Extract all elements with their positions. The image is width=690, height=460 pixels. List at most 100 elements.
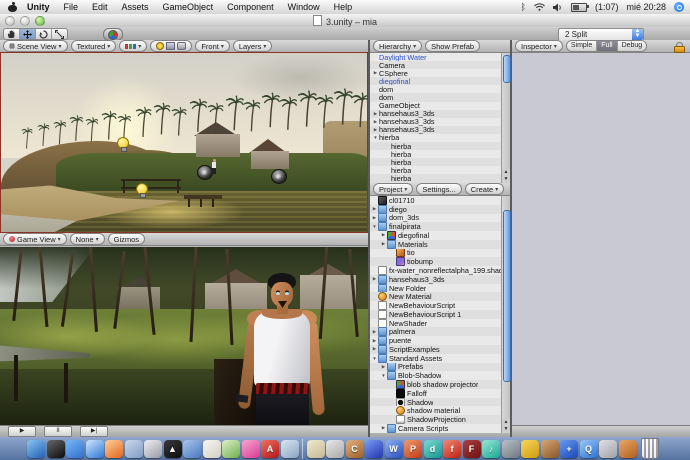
- hierarchy-item-dom[interactable]: dom: [370, 85, 501, 93]
- bluetooth-icon[interactable]: ᛒ: [521, 2, 526, 12]
- hierarchy-item-diegofinal[interactable]: diegofinal: [370, 77, 501, 86]
- project-item-falloff[interactable]: Falloff: [370, 388, 501, 398]
- expand-arrow-icon[interactable]: ▶: [372, 70, 379, 76]
- dock-safari[interactable]: [85, 439, 104, 458]
- hierarchy-scroll-thumb[interactable]: [503, 55, 511, 83]
- project-item-standard-assets[interactable]: ▼ Standard Assets: [370, 353, 501, 363]
- project-item-dom-3ds[interactable]: ▶ dom_3ds: [370, 213, 501, 223]
- hierarchy-dropdown[interactable]: Hierarchy ▾: [373, 40, 423, 52]
- menu-assets[interactable]: Assets: [122, 2, 149, 12]
- lock-icon[interactable]: [674, 42, 685, 53]
- dock-cinema4d[interactable]: C: [345, 439, 364, 458]
- project-item-prefabs[interactable]: ▶ Prefabs: [370, 362, 501, 372]
- expand-arrow-icon[interactable]: ▼: [371, 356, 378, 361]
- rotate-tool-icon[interactable]: [36, 29, 52, 39]
- project-item-materials[interactable]: ▶ Materials: [370, 239, 501, 249]
- expand-arrow-icon[interactable]: ▶: [380, 425, 387, 431]
- dock-pink-flower[interactable]: [241, 439, 260, 458]
- project-item-tio[interactable]: tio: [370, 248, 501, 258]
- dock-kangaroo-app[interactable]: [618, 439, 637, 458]
- expand-arrow-icon[interactable]: ▶: [371, 338, 378, 344]
- project-item-palmera[interactable]: ▶ palmera: [370, 327, 501, 337]
- shading-mode-dropdown[interactable]: Textured ▾: [70, 40, 117, 52]
- show-prefab-button[interactable]: Show Prefab: [425, 40, 481, 52]
- dock-director[interactable]: d: [423, 439, 442, 458]
- project-item-cl01710[interactable]: cl01710: [370, 196, 501, 205]
- project-item-newbehaviourscript[interactable]: NewBehaviourScript: [370, 301, 501, 310]
- hierarchy-item-hierba[interactable]: hierba: [370, 166, 501, 174]
- project-item-hansehaus3-3ds[interactable]: ▶ hansehaus3_3ds: [370, 274, 501, 284]
- project-item-blob-shadow[interactable]: ▼ Blob-Shadow: [370, 371, 501, 381]
- hierarchy-item-gameobject[interactable]: GameObject: [370, 102, 501, 110]
- project-item-shadow-material[interactable]: shadow material: [370, 406, 501, 416]
- menu-window[interactable]: Window: [288, 2, 320, 12]
- skybox-icon[interactable]: [166, 42, 176, 50]
- project-item-fx-water-nonreflectalpha-199-shader[interactable]: fx-water_nonreflectalpha_199.shader: [370, 266, 501, 275]
- dock-notes[interactable]: [306, 439, 325, 458]
- project-item-diego[interactable]: ▶ diego: [370, 204, 501, 214]
- project-item-finalpirata[interactable]: ▼ finalpirata: [370, 222, 501, 232]
- pause-button[interactable]: II: [44, 426, 72, 437]
- hierarchy-item-hansehaus3-3ds[interactable]: ▶ hansehaus3_3ds: [370, 109, 501, 118]
- dock-feather-pen[interactable]: [222, 439, 240, 458]
- dock-dashboard[interactable]: [46, 439, 65, 458]
- expand-arrow-icon[interactable]: ▶: [371, 276, 378, 282]
- window-title-bar[interactable]: 3.unity – mia: [0, 14, 690, 28]
- dock-messenger[interactable]: [66, 439, 84, 458]
- project-item-new-folder[interactable]: New Folder: [370, 283, 501, 293]
- hierarchy-item-hansehaus3-3ds[interactable]: ▶ hansehaus3_3ds: [370, 125, 501, 134]
- hierarchy-item-hierba[interactable]: hierba: [370, 150, 501, 158]
- settings-button[interactable]: Settings...: [416, 183, 462, 195]
- project-scroll-thumb[interactable]: [503, 210, 511, 382]
- project-item-newshader[interactable]: NewShader: [370, 318, 501, 328]
- dock-apple-gray-app[interactable]: [599, 439, 617, 458]
- audio-gizmo-icon-2[interactable]: [271, 169, 287, 184]
- project-item-scriptexamples[interactable]: ▶ ScriptExamples: [370, 345, 501, 354]
- pan-tool-icon[interactable]: [4, 29, 20, 39]
- expand-arrow-icon[interactable]: ▶: [371, 346, 378, 352]
- project-scrollbar[interactable]: [501, 196, 511, 433]
- expand-arrow-icon[interactable]: ▶: [371, 206, 378, 212]
- battery-icon[interactable]: [570, 2, 589, 12]
- project-item-camera-scripts[interactable]: ▶ Camera Scripts: [370, 423, 501, 433]
- dock-acrobat[interactable]: A: [261, 439, 279, 458]
- project-dropdown[interactable]: Project ▾: [373, 183, 414, 195]
- project-scroll-arrows[interactable]: ▲ ▼: [501, 419, 510, 433]
- dock-blue-sphere[interactable]: [365, 439, 383, 458]
- gizmos-button[interactable]: Gizmos: [107, 233, 146, 245]
- dock-firefox[interactable]: [105, 439, 123, 458]
- expand-arrow-icon[interactable]: ▶: [372, 119, 379, 125]
- dock-pages[interactable]: [183, 439, 201, 458]
- project-item-puente[interactable]: ▶ puente: [370, 336, 501, 346]
- hierarchy-item-hierba[interactable]: ▼ hierba: [370, 134, 501, 142]
- dock-unity[interactable]: ▲: [163, 439, 182, 458]
- project-item-newbehaviourscript-1[interactable]: NewBehaviourScript 1: [370, 309, 501, 319]
- hierarchy-item-hansehaus3-3ds[interactable]: ▶ hansehaus3_3ds: [370, 118, 501, 126]
- menu-unity[interactable]: Unity: [27, 2, 50, 12]
- hierarchy-item-csphere[interactable]: ▶ CSphere: [370, 69, 501, 77]
- hierarchy-scroll-arrows[interactable]: ▲ ▼: [501, 169, 510, 183]
- hierarchy-item-hierba[interactable]: hierba: [370, 158, 501, 167]
- inspector-mode-debug[interactable]: Debug: [617, 41, 647, 51]
- dock-painter[interactable]: P: [404, 439, 422, 458]
- menu-gameobject[interactable]: GameObject: [163, 2, 214, 12]
- render-mode-dropdown[interactable]: ▾: [119, 40, 148, 52]
- expand-arrow-icon[interactable]: ▼: [371, 224, 378, 229]
- dock-mail[interactable]: [124, 439, 143, 458]
- hierarchy-item-hierba[interactable]: hierba: [370, 174, 501, 183]
- dock-rocket-photo[interactable]: [280, 439, 299, 458]
- hierarchy-item-daylight-water[interactable]: Daylight Water: [370, 53, 501, 61]
- dock-word[interactable]: W: [384, 439, 403, 458]
- expand-arrow-icon[interactable]: ▶: [380, 364, 387, 370]
- project-item-blob-shadow-projector[interactable]: blob shadow projector: [370, 380, 501, 389]
- dock-cyberduck[interactable]: [521, 439, 539, 458]
- dock-iphoto[interactable]: [144, 439, 162, 458]
- inspector-mode-full[interactable]: Full: [597, 41, 618, 51]
- apple-menu-icon[interactable]: [8, 1, 17, 12]
- game-viewport[interactable]: [0, 247, 368, 425]
- trash-icon[interactable]: [640, 438, 659, 459]
- move-tool-icon[interactable]: [20, 29, 36, 39]
- dock-blue-grid-app[interactable]: +: [560, 439, 578, 458]
- scale-tool-icon[interactable]: [52, 29, 67, 39]
- expand-arrow-icon[interactable]: ▶: [372, 127, 379, 133]
